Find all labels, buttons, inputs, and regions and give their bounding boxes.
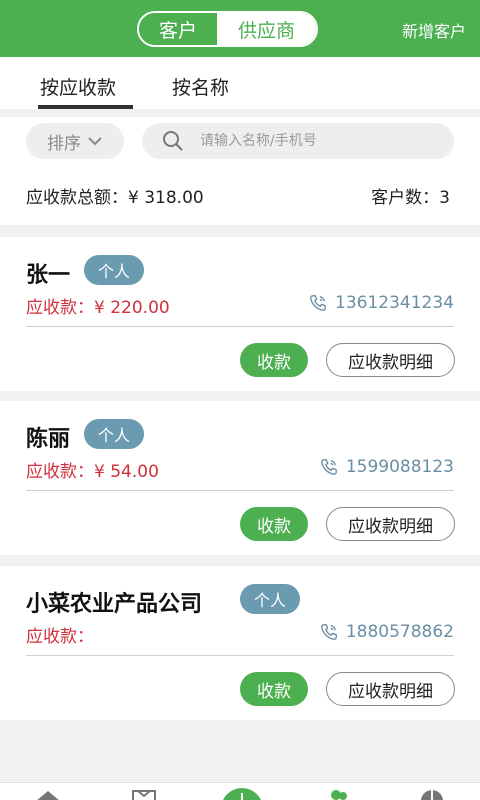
receivable-detail-button[interactable]: 应收款明细	[326, 343, 455, 377]
chevron-down-icon	[88, 137, 102, 146]
customer-card[interactable]: 小菜农业产品公司 个人 应收款： 1880578862 收款 应收款明细	[0, 566, 480, 720]
top-bar: 客户 供应商 新增客户	[0, 0, 480, 57]
receivable-detail-button[interactable]: 应收款明细	[326, 672, 455, 706]
filter-bar: 排序 应收款总额：¥ 318.00 客户数：3	[0, 117, 480, 225]
tab-by-name[interactable]: 按名称	[172, 73, 229, 100]
users-icon[interactable]	[324, 789, 352, 800]
collect-button[interactable]: 收款	[240, 672, 308, 706]
customer-card[interactable]: 陈丽 个人 应收款：¥ 54.00 1599088123 收款 应收款明细	[0, 401, 480, 555]
sort-tabs: 按应收款 按名称	[0, 57, 480, 109]
customer-name: 陈丽	[26, 427, 71, 452]
divider	[26, 490, 454, 491]
add-customer-button[interactable]: 新增客户	[402, 18, 466, 42]
customer-type-badge: 个人	[84, 419, 145, 449]
customer-name: 小菜农业产品公司	[26, 592, 203, 617]
search-box	[142, 123, 454, 159]
tab-by-receivable[interactable]: 按应收款	[40, 73, 116, 100]
phone-link[interactable]: 1880578862	[320, 622, 454, 642]
phone-link[interactable]: 1599088123	[320, 457, 454, 477]
divider	[26, 655, 454, 656]
home-icon[interactable]	[34, 789, 62, 800]
customer-count: 客户数：3	[371, 188, 450, 208]
box-icon[interactable]	[130, 789, 158, 800]
collect-button[interactable]: 收款	[240, 343, 308, 377]
segment-supplier[interactable]: 供应商	[217, 13, 316, 45]
customer-supplier-toggle: 客户 供应商	[137, 11, 318, 47]
phone-icon	[320, 624, 337, 640]
customer-name: 张一	[26, 263, 71, 288]
customer-card[interactable]: 张一 个人 应收款：¥ 220.00 13612341234 收款 应收款明细	[0, 237, 480, 391]
phone-icon	[310, 295, 326, 311]
total-receivable: 应收款总额：¥ 318.00	[26, 188, 204, 208]
segment-customer[interactable]: 客户	[139, 13, 217, 45]
receivable-amount: 应收款：¥ 220.00	[26, 298, 170, 318]
collect-button[interactable]: 收款	[240, 507, 308, 541]
receivable-amount: 应收款：	[26, 627, 94, 647]
receivable-amount: 应收款：¥ 54.00	[26, 462, 159, 482]
customer-type-badge: 个人	[240, 584, 301, 614]
search-input[interactable]	[200, 133, 420, 149]
pie-chart-icon[interactable]	[418, 789, 446, 800]
customer-type-badge: 个人	[84, 255, 145, 285]
divider	[26, 326, 454, 327]
bottom-nav	[0, 782, 480, 800]
phone-number: 1880578862	[345, 622, 454, 642]
sort-button[interactable]: 排序	[26, 123, 124, 159]
sort-label: 排序	[47, 133, 81, 154]
phone-link[interactable]: 13612341234	[309, 293, 454, 313]
plus-icon[interactable]	[220, 787, 264, 800]
active-tab-indicator	[38, 105, 133, 109]
phone-icon	[320, 459, 337, 475]
phone-number: 1599088123	[345, 457, 454, 477]
search-icon	[163, 131, 183, 151]
receivable-detail-button[interactable]: 应收款明细	[326, 507, 455, 541]
phone-number: 13612341234	[335, 293, 454, 313]
